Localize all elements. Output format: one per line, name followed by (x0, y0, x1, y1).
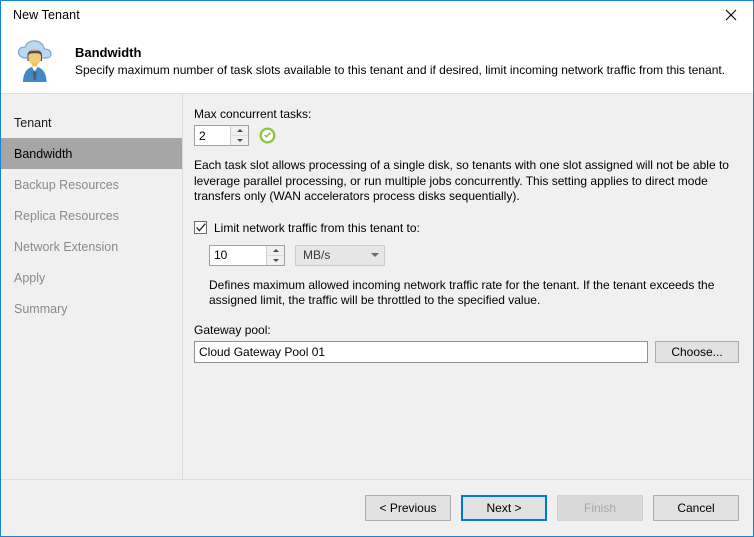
chevron-down-icon (236, 139, 243, 142)
dialog-header: Bandwidth Specify maximum number of task… (1, 29, 753, 93)
wizard-steps-sidebar: Tenant Bandwidth Backup Resources Replic… (1, 94, 183, 479)
sidebar-item-summary[interactable]: Summary (1, 293, 182, 324)
gateway-pool-label: Gateway pool: (194, 322, 271, 337)
task-slot-description: Each task slot allows processing of a si… (194, 158, 729, 203)
close-icon (725, 9, 737, 21)
max-concurrent-tasks-stepper[interactable] (194, 125, 249, 146)
previous-button[interactable]: < Previous (365, 495, 451, 521)
bandwidth-limit-input[interactable] (210, 245, 266, 265)
bandwidth-unit-value: MB/s (303, 248, 331, 262)
sidebar-item-network-extension[interactable]: Network Extension (1, 231, 182, 262)
limit-network-traffic-label: Limit network traffic from this tenant t… (214, 220, 420, 235)
bandwidth-limit-arrows (266, 245, 284, 265)
gateway-pool-row: Choose... (194, 340, 739, 363)
sidebar-item-label: Bandwidth (14, 146, 73, 161)
bandwidth-limit-description: Defines maximum allowed incoming network… (209, 277, 715, 308)
stepper-down-button[interactable] (231, 136, 248, 145)
finish-button: Finish (557, 495, 643, 521)
sidebar-item-apply[interactable]: Apply (1, 262, 182, 293)
max-concurrent-tasks-label: Max concurrent tasks: (194, 107, 312, 121)
page-title: Bandwidth (75, 45, 142, 60)
stepper-up-button[interactable] (231, 126, 248, 136)
bandwidth-unit-select[interactable]: MB/s (295, 244, 385, 266)
max-concurrent-tasks-arrows (230, 126, 248, 145)
page-subtitle: Specify maximum number of task slots ava… (75, 63, 726, 77)
stepper-up-button[interactable] (267, 246, 284, 256)
header-text-block: Bandwidth Specify maximum number of task… (67, 45, 725, 77)
sidebar-item-label: Apply (14, 270, 46, 285)
max-concurrent-tasks-input[interactable] (195, 126, 230, 145)
sidebar-item-replica-resources[interactable]: Replica Resources (1, 200, 182, 231)
close-button[interactable] (709, 1, 753, 29)
chevron-up-icon (236, 129, 243, 132)
sidebar-item-bandwidth[interactable]: Bandwidth (1, 138, 182, 169)
sidebar-item-backup-resources[interactable]: Backup Resources (1, 169, 182, 200)
cancel-button[interactable]: Cancel (653, 495, 739, 521)
chevron-down-icon (371, 253, 379, 257)
stepper-down-button[interactable] (267, 256, 284, 265)
sidebar-item-label: Backup Resources (14, 177, 119, 192)
next-button[interactable]: Next > (461, 495, 547, 521)
bandwidth-limit-row: MB/s (209, 244, 739, 266)
sidebar-item-label: Summary (14, 301, 68, 316)
tenant-cloud-user-icon (9, 33, 67, 89)
bandwidth-limit-stepper[interactable] (209, 244, 285, 266)
sidebar-item-label: Replica Resources (14, 208, 119, 223)
sidebar-item-tenant[interactable]: Tenant (1, 107, 182, 138)
dialog-body: Tenant Bandwidth Backup Resources Replic… (1, 94, 753, 479)
title-bar: New Tenant (1, 1, 753, 29)
limit-network-traffic-checkbox[interactable] (194, 221, 207, 234)
checkmark-icon (195, 223, 206, 232)
green-check-circle-icon (259, 127, 276, 144)
chevron-up-icon (272, 248, 279, 252)
max-concurrent-tasks-row (194, 125, 739, 146)
chevron-down-icon (272, 258, 279, 262)
settings-panel: Max concurrent tasks: 2 Each task slot a… (183, 94, 753, 479)
validation-status-badge (259, 127, 276, 144)
window-title: New Tenant (13, 8, 80, 22)
limit-network-traffic-checkbox-row[interactable]: Limit network traffic from this tenant t… (194, 221, 739, 235)
sidebar-item-label: Tenant (14, 115, 52, 130)
gateway-pool-input[interactable] (194, 340, 648, 363)
new-tenant-dialog: New Tenant Bandwidth Specify maximum num… (0, 0, 754, 537)
dialog-footer: < Previous Next > Finish Cancel (1, 480, 753, 536)
sidebar-item-label: Network Extension (14, 239, 119, 254)
choose-gateway-pool-button[interactable]: Choose... (655, 340, 739, 363)
